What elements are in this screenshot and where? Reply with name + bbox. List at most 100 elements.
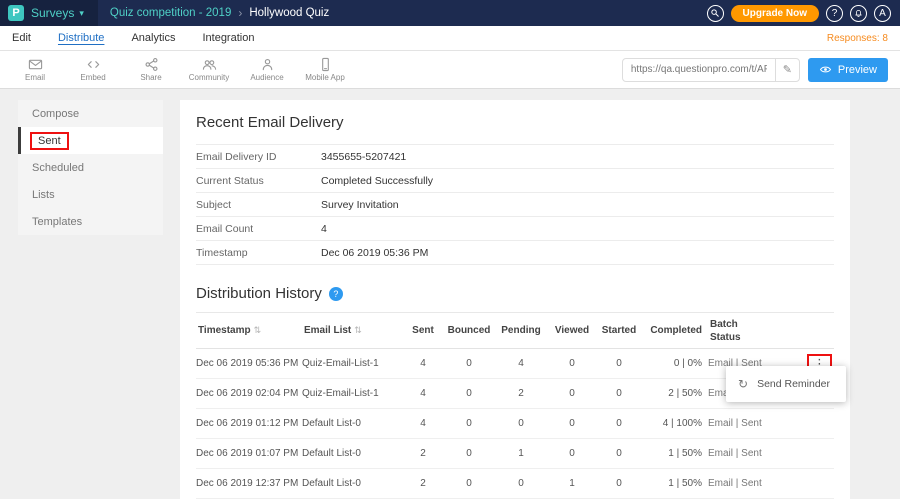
toolbar-item-label: Email — [25, 73, 45, 82]
col-label: Timestamp — [198, 325, 251, 336]
detail-label: Email Count — [196, 223, 321, 235]
survey-url-input[interactable] — [623, 64, 775, 75]
breadcrumb-parent-link[interactable]: Quiz competition - 2019 — [110, 7, 231, 19]
pencil-icon: ✎ — [783, 63, 792, 76]
cell-bounced: 0 — [444, 388, 494, 399]
cell-bounced: 0 — [444, 478, 494, 489]
col-header-email-list[interactable]: Email List⇅ — [302, 321, 402, 340]
cell-timestamp: Dec 06 2019 12:37 PM — [196, 478, 302, 489]
cell-actions: ⋮ — [786, 476, 834, 492]
col-header-timestamp[interactable]: Timestamp⇅ — [196, 321, 302, 340]
cell-email-list: Default List-0 — [302, 478, 402, 489]
cell-email-list: Quiz-Email-List-1 — [302, 358, 402, 369]
detail-value: 4 — [321, 223, 327, 235]
cell-pending: 2 — [494, 388, 548, 399]
cell-sent: 2 — [402, 448, 444, 459]
row-context-menu: ↻ Send Reminder — [726, 366, 846, 402]
help-button[interactable]: ? — [826, 5, 843, 22]
col-header-bounced: Bounced — [444, 321, 494, 340]
col-header-started: Started — [596, 321, 642, 340]
cell-email-list: Quiz-Email-List-1 — [302, 388, 402, 399]
cell-bounced: 0 — [444, 448, 494, 459]
tab-analytics[interactable]: Analytics — [131, 32, 175, 44]
sidebar-item[interactable]: Compose — [18, 100, 163, 127]
notifications-button[interactable] — [850, 5, 867, 22]
cell-timestamp: Dec 06 2019 02:04 PM — [196, 388, 302, 399]
toolbar-item-share[interactable]: Share — [122, 57, 180, 82]
sidebar-item[interactable]: Scheduled — [18, 154, 163, 181]
bell-icon — [854, 9, 863, 18]
send-reminder-icon: ↻ — [738, 377, 748, 391]
sidebar-item[interactable]: Templates — [18, 208, 163, 235]
brand-block: P Surveys ▾ — [0, 0, 98, 26]
upgrade-now-button[interactable]: Upgrade Now — [731, 5, 819, 22]
sent-panel: Recent Email Delivery Email Delivery ID … — [180, 100, 850, 499]
cell-batch-status: Email | Sent — [708, 448, 786, 459]
history-help-icon[interactable]: ? — [329, 287, 343, 301]
search-button[interactable] — [707, 5, 724, 22]
breadcrumb-current: Hollywood Quiz — [249, 7, 329, 19]
avatar[interactable]: A — [874, 5, 891, 22]
sort-icon[interactable]: ⇅ — [354, 325, 362, 335]
app-window: P Surveys ▾ Quiz competition - 2019 › Ho… — [0, 0, 900, 499]
preview-button[interactable]: Preview — [808, 58, 888, 82]
tab-distribute[interactable]: Distribute — [58, 32, 104, 44]
detail-row: Timestamp Dec 06 2019 05:36 PM — [196, 241, 834, 265]
history-table-row[interactable]: Dec 06 2019 01:07 PM Default List-0 2 0 … — [196, 439, 834, 469]
cell-started: 0 — [596, 418, 642, 429]
audience-icon — [259, 57, 276, 72]
community-icon — [201, 57, 218, 72]
email-icon — [27, 57, 44, 72]
sidebar-item-label: Compose — [32, 108, 79, 120]
sidebar-item[interactable]: Sent — [18, 127, 163, 154]
cell-batch-status: Email | Sent — [708, 478, 786, 489]
toolbar-item-community[interactable]: Community — [180, 57, 238, 82]
sidebar-item-label: Scheduled — [32, 162, 84, 174]
cell-pending: 1 — [494, 448, 548, 459]
share-icon — [143, 57, 160, 72]
cell-sent: 4 — [402, 418, 444, 429]
distribution-history-title: Distribution History ? — [196, 285, 834, 302]
cell-completed: 2 | 50% — [642, 388, 708, 399]
tab-edit[interactable]: Edit — [12, 32, 31, 44]
send-reminder-menu-item[interactable]: Send Reminder — [757, 378, 830, 390]
questionpro-logo[interactable]: P — [8, 5, 24, 21]
edit-url-button[interactable]: ✎ — [775, 58, 799, 82]
cell-bounced: 0 — [444, 418, 494, 429]
top-bar: P Surveys ▾ Quiz competition - 2019 › Ho… — [0, 0, 900, 26]
toolbar-item-embed[interactable]: Embed — [64, 57, 122, 82]
sort-icon[interactable]: ⇅ — [254, 325, 262, 335]
toolbar-item-mobile-app[interactable]: Mobile App — [296, 57, 354, 82]
history-table-row[interactable]: Dec 06 2019 12:37 PM Default List-0 2 0 … — [196, 469, 834, 499]
cell-pending: 4 — [494, 358, 548, 369]
search-icon — [710, 8, 720, 18]
toolbar-item-label: Community — [189, 73, 229, 82]
history-table-row[interactable]: Dec 06 2019 01:12 PM Default List-0 4 0 … — [196, 409, 834, 439]
eye-icon — [819, 64, 832, 75]
cell-timestamp: Dec 06 2019 01:07 PM — [196, 448, 302, 459]
cell-timestamp: Dec 06 2019 05:36 PM — [196, 358, 302, 369]
surveys-dropdown[interactable]: Surveys ▾ — [31, 6, 84, 20]
distribute-toolbar: Email Embed Share Community — [0, 51, 900, 89]
mobile-app-icon — [317, 57, 334, 72]
sidebar-item[interactable]: Lists — [18, 181, 163, 208]
detail-value: 3455655-5207421 — [321, 151, 406, 163]
history-table-header: Timestamp⇅ Email List⇅ Sent Bounced Pend… — [196, 313, 834, 349]
toolbar-item-label: Audience — [250, 73, 283, 82]
cell-actions: ⋮ — [786, 416, 834, 432]
survey-url-box: ✎ — [622, 58, 800, 82]
tab-integration[interactable]: Integration — [202, 32, 254, 44]
cell-viewed: 1 — [548, 478, 596, 489]
sidebar-item-label: Templates — [32, 216, 82, 228]
toolbar-item-email[interactable]: Email — [6, 57, 64, 82]
detail-row: Email Delivery ID 3455655-5207421 — [196, 145, 834, 169]
detail-row: Subject Survey Invitation — [196, 193, 834, 217]
toolbar-item-audience[interactable]: Audience — [238, 57, 296, 82]
detail-value: Survey Invitation — [321, 199, 399, 211]
detail-row: Email Count 4 — [196, 217, 834, 241]
toolbar-item-label: Mobile App — [305, 73, 345, 82]
col-header-actions — [786, 327, 834, 335]
distribution-history-table: Timestamp⇅ Email List⇅ Sent Bounced Pend… — [196, 312, 834, 499]
cell-pending: 0 — [494, 418, 548, 429]
cell-sent: 2 — [402, 478, 444, 489]
